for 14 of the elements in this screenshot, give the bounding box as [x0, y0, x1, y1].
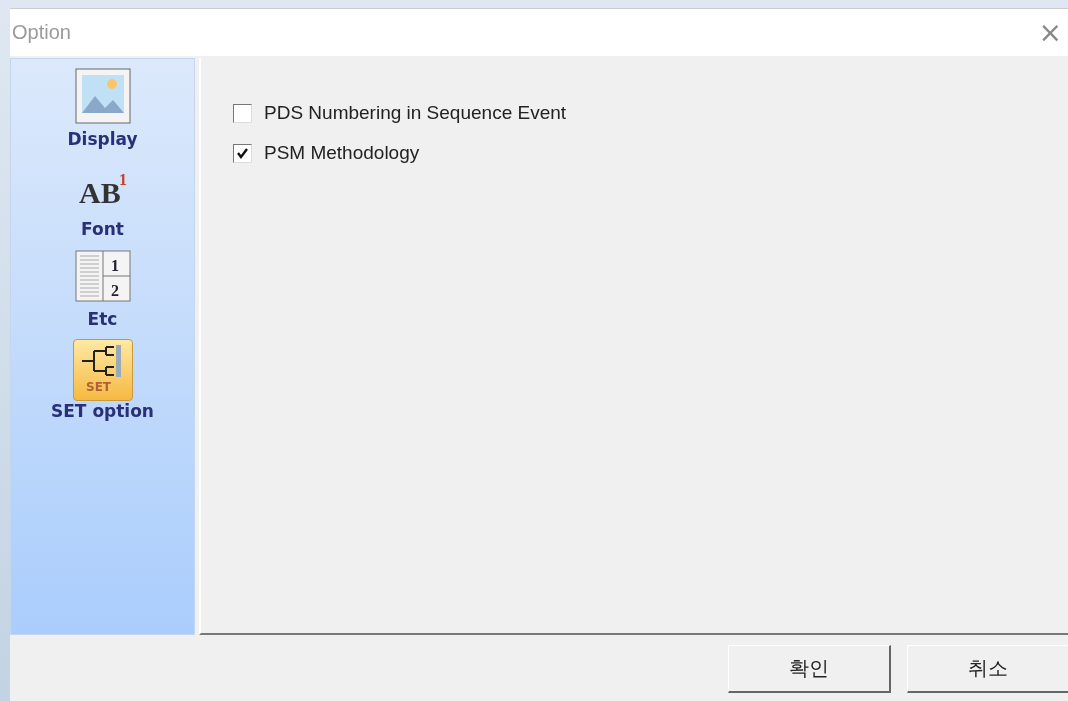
checkbox[interactable] — [233, 143, 252, 163]
sidebar-item[interactable]: SET SET option — [51, 339, 154, 421]
picture-icon — [74, 68, 131, 126]
sidebar-item[interactable]: 1 2 Etc — [73, 249, 132, 329]
sidebar-item[interactable]: Display — [67, 69, 138, 149]
checkbox-label: PSM Methodology — [264, 142, 420, 164]
dialog-button[interactable]: 취소 — [907, 645, 1068, 693]
dialog-button[interactable]: 확인 — [728, 645, 891, 693]
window-title: Option — [12, 21, 71, 44]
numbered-pages-icon: 1 2 — [74, 250, 131, 304]
checkmark-icon — [236, 146, 249, 160]
checkbox[interactable] — [233, 103, 252, 123]
close-button[interactable]: × — [1032, 18, 1068, 47]
checkbox-label: PDS Numbering in Sequence Event — [264, 102, 567, 124]
